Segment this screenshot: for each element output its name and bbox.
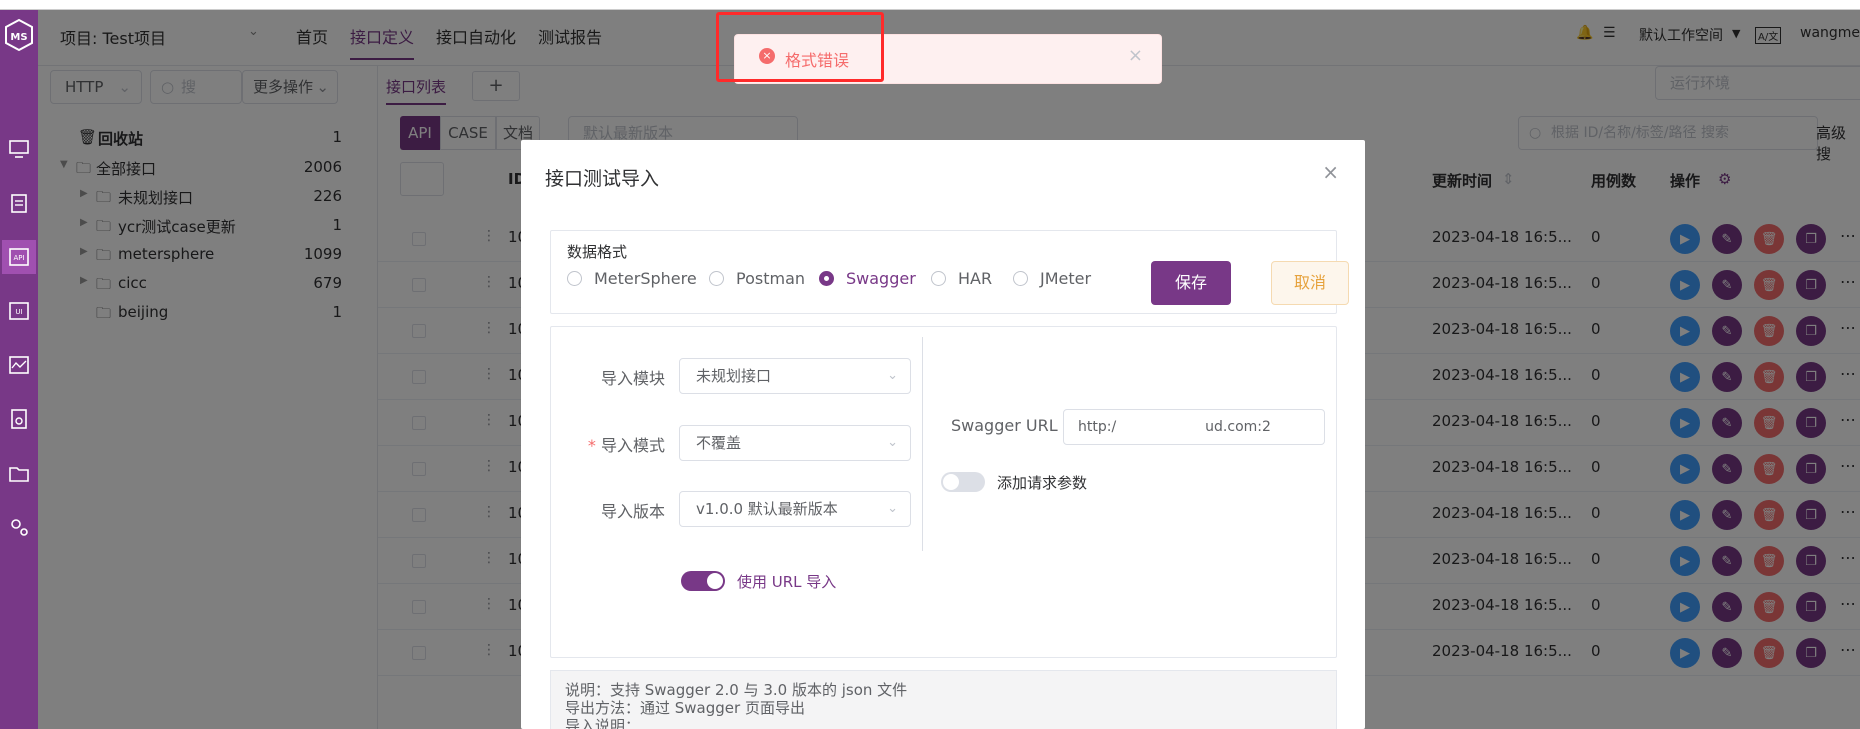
svg-text:UI: UI	[15, 308, 22, 316]
radio-dot	[567, 271, 582, 286]
add-params-label: 添加请求参数	[997, 474, 1088, 492]
use-url-label: 使用 URL 导入	[737, 573, 837, 591]
radio-har[interactable]: HAR	[931, 269, 992, 288]
main-sidebar: MS API UI	[0, 10, 38, 729]
radio-postman[interactable]: Postman	[709, 269, 805, 288]
version-label: 导入版本	[600, 502, 665, 521]
toggle-knob	[943, 474, 959, 490]
svg-text:MS: MS	[10, 32, 27, 43]
toast-close-icon[interactable]: ×	[1128, 45, 1143, 66]
mode-select[interactable]: 不覆盖 ⌄	[679, 425, 911, 461]
radio-label: Swagger	[846, 269, 916, 288]
radio-swagger[interactable]: Swagger	[819, 269, 916, 288]
module-value: 未规划接口	[696, 367, 772, 385]
import-settings-section: 导入模块 未规划接口 ⌄ * 导入模式 不覆盖 ⌄ 导入版本 v1.0.0 默认最新…	[550, 326, 1337, 658]
mode-label: * 导入模式	[555, 432, 665, 456]
note-line: 导入说明：	[565, 717, 641, 729]
note-line: 导出方法：通过 Swagger 页面导出	[565, 699, 805, 717]
version-value: v1.0.0 默认最新版本	[696, 500, 838, 518]
column-divider	[922, 337, 923, 551]
save-button[interactable]: 保存	[1151, 261, 1231, 305]
svg-text:API: API	[13, 254, 24, 262]
note-line: 说明：支持 Swagger 2.0 与 3.0 版本的 json 文件	[565, 681, 908, 699]
chevron-down-icon: ⌄	[887, 435, 898, 450]
workstation-icon[interactable]	[2, 132, 36, 166]
ui-test-icon[interactable]: UI	[2, 294, 36, 328]
mode-value: 不覆盖	[696, 434, 742, 452]
radio-label: JMeter	[1040, 269, 1092, 288]
cancel-button[interactable]: 取消	[1271, 261, 1349, 305]
required-asterisk: *	[587, 436, 601, 455]
dialog-close-icon[interactable]: ×	[1322, 160, 1339, 184]
version-select-field[interactable]: v1.0.0 默认最新版本 ⌄	[679, 491, 911, 527]
use-url-toggle[interactable]	[681, 571, 725, 591]
test-track-icon[interactable]	[2, 186, 36, 220]
import-notes: 说明：支持 Swagger 2.0 与 3.0 版本的 json 文件 导出方法…	[550, 670, 1337, 729]
annotation-highlight-box	[716, 12, 884, 82]
import-dialog: 接口测试导入 × 数据格式 MeterSphere Postman Swagge…	[521, 140, 1365, 729]
swagger-url-label: Swagger URL	[951, 416, 1058, 435]
radio-label: Postman	[736, 269, 806, 288]
format-label: 数据格式	[567, 243, 628, 261]
report-icon[interactable]	[2, 402, 36, 436]
radio-label: HAR	[958, 269, 993, 288]
project-settings-icon[interactable]	[2, 456, 36, 490]
swagger-url-input[interactable]: http:/ ud.com:2	[1063, 409, 1325, 445]
mode-label-text: 导入模式	[600, 436, 665, 455]
system-settings-icon[interactable]	[2, 510, 36, 544]
metersphere-logo: MS	[3, 18, 35, 58]
radio-dot	[931, 271, 946, 286]
browser-top-edge	[0, 0, 1860, 10]
chevron-down-icon: ⌄	[887, 368, 898, 383]
radio-jmeter[interactable]: JMeter	[1013, 269, 1091, 288]
radio-label: MeterSphere	[594, 269, 697, 288]
radio-dot	[1013, 271, 1028, 286]
radio-dot	[709, 271, 724, 286]
format-section: 数据格式 MeterSphere Postman Swagger HAR JMe…	[550, 230, 1349, 314]
module-label: 导入模块	[600, 369, 665, 388]
dialog-title: 接口测试导入	[545, 168, 660, 190]
performance-test-icon[interactable]	[2, 348, 36, 382]
toggle-knob	[707, 573, 723, 589]
chevron-down-icon: ⌄	[887, 501, 898, 516]
radio-dot	[819, 271, 834, 286]
radio-metersphere[interactable]: MeterSphere	[567, 269, 697, 288]
module-select[interactable]: 未规划接口 ⌄	[679, 358, 911, 394]
api-test-icon[interactable]: API	[2, 240, 36, 274]
add-params-toggle[interactable]	[941, 472, 985, 492]
